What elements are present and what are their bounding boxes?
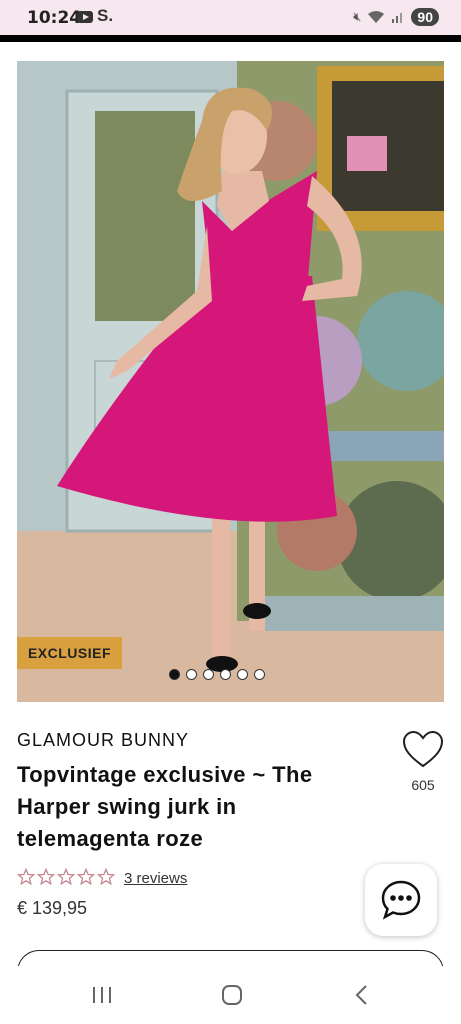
home-icon bbox=[222, 985, 242, 1005]
back-button[interactable] bbox=[342, 980, 382, 1010]
chat-bubble-icon bbox=[381, 880, 421, 920]
carousel-dot[interactable] bbox=[220, 669, 231, 680]
home-button[interactable] bbox=[212, 980, 252, 1010]
recent-apps-icon bbox=[93, 987, 111, 1003]
carousel-dot[interactable] bbox=[203, 669, 214, 680]
star-outline-icon bbox=[97, 868, 115, 886]
status-bar: 10:24 S. 🔇︎ 90 bbox=[0, 0, 461, 35]
status-time: 10:24 bbox=[27, 8, 82, 28]
s-app-icon: S. bbox=[97, 6, 114, 25]
star-outline-icon bbox=[37, 868, 55, 886]
status-icons: 🔇︎ 90 bbox=[353, 8, 439, 26]
recent-apps-button[interactable] bbox=[82, 980, 122, 1010]
header-divider bbox=[0, 35, 461, 42]
reviews-link[interactable]: 3 reviews bbox=[124, 870, 187, 887]
system-nav-bar bbox=[0, 966, 461, 1024]
star-outline-icon bbox=[57, 868, 75, 886]
youtube-icon bbox=[77, 11, 93, 23]
product-image-carousel[interactable]: EXCLUSIEF bbox=[17, 61, 444, 702]
wifi-icon bbox=[368, 11, 385, 23]
carousel-dot[interactable] bbox=[169, 669, 180, 680]
product-title: Topvintage exclusive ~ The Harper swing … bbox=[17, 762, 313, 851]
star-outline-icon bbox=[77, 868, 95, 886]
heart-icon[interactable] bbox=[401, 728, 445, 772]
signal-icon bbox=[392, 13, 403, 23]
carousel-dot[interactable] bbox=[237, 669, 248, 680]
star-outline-icon bbox=[17, 868, 35, 886]
mute-icon: 🔇︎ bbox=[353, 9, 362, 24]
product-price: € 139,95 bbox=[17, 898, 88, 918]
carousel-dot[interactable] bbox=[254, 669, 265, 680]
chat-button[interactable] bbox=[365, 864, 437, 936]
brand-name[interactable]: GLAMOUR BUNNY bbox=[17, 730, 189, 751]
favorites-count: 605 bbox=[411, 777, 435, 793]
back-icon bbox=[355, 985, 367, 1005]
product-photo bbox=[17, 61, 444, 702]
exclusive-badge: EXCLUSIEF bbox=[17, 637, 122, 669]
rating-stars[interactable] bbox=[17, 868, 115, 886]
carousel-indicator bbox=[169, 669, 265, 680]
battery-indicator: 90 bbox=[411, 8, 439, 26]
carousel-dot[interactable] bbox=[186, 669, 197, 680]
